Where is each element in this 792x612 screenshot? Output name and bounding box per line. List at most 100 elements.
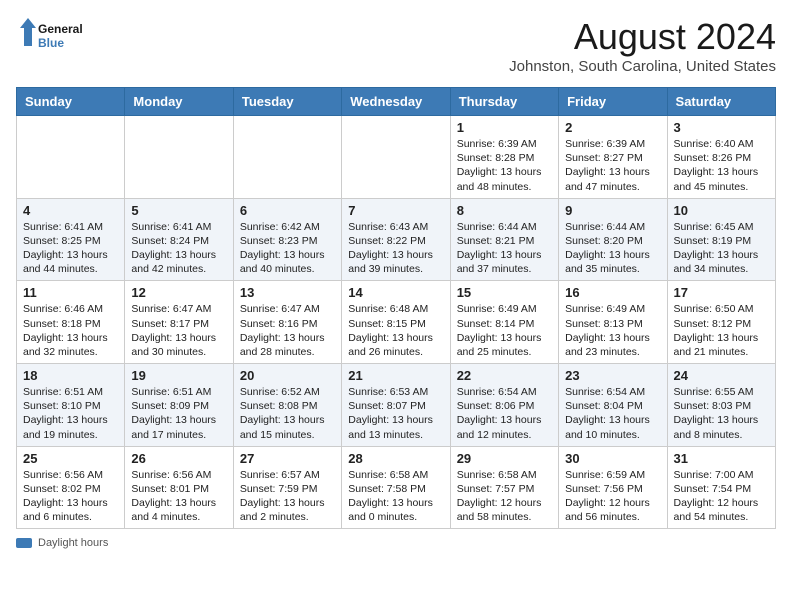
day-number: 25 [23, 451, 118, 466]
calendar-cell: 30 Sunrise: 6:59 AMSunset: 7:56 PMDayligh… [559, 446, 667, 529]
page-title: August 2024 [509, 16, 776, 58]
day-number: 18 [23, 368, 118, 383]
calendar-cell: 16Sunrise: 6:49 AMSunset: 8:13 PMDayligh… [559, 281, 667, 364]
day-number: 6 [240, 203, 335, 218]
day-number: 24 [674, 368, 769, 383]
calendar-cell: 29 Sunrise: 6:58 AMSunset: 7:57 PMDayligh… [450, 446, 558, 529]
calendar-cell: 2 Sunrise: 6:39 AMSunset: 8:27 PMDaylight… [559, 116, 667, 199]
calendar-cell: 11 Sunrise: 6:46 AMSunset: 8:18 PMDayligh… [17, 281, 125, 364]
calendar-cell: 7Sunrise: 6:43 AMSunset: 8:22 PMDaylight… [342, 198, 450, 281]
col-header-wednesday: Wednesday [342, 88, 450, 116]
day-info: Sunrise: 6:52 AMSunset: 8:08 PMDaylight:… [240, 385, 335, 442]
day-info: Sunrise: 6:58 AMSunset: 7:58 PMDaylight:… [348, 468, 443, 525]
day-number: 5 [131, 203, 226, 218]
day-number: 17 [674, 285, 769, 300]
day-number: 14 [348, 285, 443, 300]
day-info: Sunrise: 6:58 AMSunset: 7:57 PMDaylight:… [457, 468, 552, 525]
day-number: 27 [240, 451, 335, 466]
day-number: 21 [348, 368, 443, 383]
day-info: Sunrise: 6:50 AMSunset: 8:12 PMDaylight:… [674, 302, 769, 359]
calendar-cell [125, 116, 233, 199]
day-number: 2 [565, 120, 660, 135]
day-number: 16 [565, 285, 660, 300]
calendar-cell: 25 Sunrise: 6:56 AMSunset: 8:02 PMDayligh… [17, 446, 125, 529]
day-number: 31 [674, 451, 769, 466]
calendar-week-4: 18Sunrise: 6:51 AMSunset: 8:10 PMDayligh… [17, 364, 776, 447]
calendar-week-2: 4 Sunrise: 6:41 AMSunset: 8:25 PMDaylight… [17, 198, 776, 281]
day-info: Sunrise: 6:53 AMSunset: 8:07 PMDaylight:… [348, 385, 443, 442]
calendar-cell [342, 116, 450, 199]
calendar-cell [233, 116, 341, 199]
calendar-header: SundayMondayTuesdayWednesdayThursdayFrid… [17, 88, 776, 116]
calendar-cell: 26 Sunrise: 6:56 AMSunset: 8:01 PMDayligh… [125, 446, 233, 529]
header: General Blue August 2024 Johnston, South… [16, 16, 776, 75]
day-info: Sunrise: 6:46 AMSunset: 8:18 PMDaylight:… [23, 302, 118, 359]
day-number: 20 [240, 368, 335, 383]
calendar-cell: 27 Sunrise: 6:57 AMSunset: 7:59 PMDayligh… [233, 446, 341, 529]
svg-text:General: General [38, 22, 83, 36]
day-info: Sunrise: 6:47 AMSunset: 8:16 PMDaylight:… [240, 302, 335, 359]
day-info: Sunrise: 6:41 AMSunset: 8:24 PMDaylight:… [131, 220, 226, 277]
day-number: 15 [457, 285, 552, 300]
calendar-week-5: 25 Sunrise: 6:56 AMSunset: 8:02 PMDayligh… [17, 446, 776, 529]
day-info: Sunrise: 6:41 AMSunset: 8:25 PMDaylight:… [23, 220, 118, 277]
page-subtitle: Johnston, South Carolina, United States [509, 58, 776, 75]
footer-note: Daylight hours [16, 537, 776, 549]
day-number: 30 [565, 451, 660, 466]
calendar-cell: 4 Sunrise: 6:41 AMSunset: 8:25 PMDaylight… [17, 198, 125, 281]
logo: General Blue [16, 16, 116, 56]
day-number: 28 [348, 451, 443, 466]
day-number: 4 [23, 203, 118, 218]
day-info: Sunrise: 6:44 AMSunset: 8:21 PMDaylight:… [457, 220, 552, 277]
day-info: Sunrise: 6:56 AMSunset: 8:02 PMDaylight:… [23, 468, 118, 525]
day-number: 11 [23, 285, 118, 300]
day-number: 8 [457, 203, 552, 218]
day-info: Sunrise: 6:56 AMSunset: 8:01 PMDaylight:… [131, 468, 226, 525]
calendar-cell: 31 Sunrise: 7:00 AMSunset: 7:54 PMDayligh… [667, 446, 775, 529]
day-info: Sunrise: 6:55 AMSunset: 8:03 PMDaylight:… [674, 385, 769, 442]
calendar-week-1: 1Sunrise: 6:39 AMSunset: 8:28 PMDaylight… [17, 116, 776, 199]
day-info: Sunrise: 6:57 AMSunset: 7:59 PMDaylight:… [240, 468, 335, 525]
calendar-cell: 13 Sunrise: 6:47 AMSunset: 8:16 PMDayligh… [233, 281, 341, 364]
day-info: Sunrise: 6:45 AMSunset: 8:19 PMDaylight:… [674, 220, 769, 277]
day-info: Sunrise: 6:59 AMSunset: 7:56 PMDaylight:… [565, 468, 660, 525]
daylight-label: Daylight hours [38, 537, 108, 549]
col-header-monday: Monday [125, 88, 233, 116]
day-info: Sunrise: 6:40 AMSunset: 8:26 PMDaylight:… [674, 137, 769, 194]
calendar-cell: 8 Sunrise: 6:44 AMSunset: 8:21 PMDaylight… [450, 198, 558, 281]
day-number: 26 [131, 451, 226, 466]
day-number: 19 [131, 368, 226, 383]
day-number: 29 [457, 451, 552, 466]
calendar-cell: 19 Sunrise: 6:51 AMSunset: 8:09 PMDayligh… [125, 364, 233, 447]
day-number: 3 [674, 120, 769, 135]
day-number: 7 [348, 203, 443, 218]
col-header-tuesday: Tuesday [233, 88, 341, 116]
day-number: 13 [240, 285, 335, 300]
day-info: Sunrise: 6:39 AMSunset: 8:27 PMDaylight:… [565, 137, 660, 194]
calendar-cell: 23Sunrise: 6:54 AMSunset: 8:04 PMDayligh… [559, 364, 667, 447]
day-info: Sunrise: 6:39 AMSunset: 8:28 PMDaylight:… [457, 137, 552, 194]
calendar-cell: 20 Sunrise: 6:52 AMSunset: 8:08 PMDayligh… [233, 364, 341, 447]
calendar-cell: 18Sunrise: 6:51 AMSunset: 8:10 PMDayligh… [17, 364, 125, 447]
day-number: 12 [131, 285, 226, 300]
day-info: Sunrise: 6:54 AMSunset: 8:06 PMDaylight:… [457, 385, 552, 442]
day-info: Sunrise: 6:51 AMSunset: 8:09 PMDaylight:… [131, 385, 226, 442]
col-header-sunday: Sunday [17, 88, 125, 116]
calendar-cell: 12Sunrise: 6:47 AMSunset: 8:17 PMDayligh… [125, 281, 233, 364]
day-number: 9 [565, 203, 660, 218]
col-header-friday: Friday [559, 88, 667, 116]
daylight-bar-icon [16, 538, 32, 548]
calendar-cell [17, 116, 125, 199]
svg-text:Blue: Blue [38, 36, 64, 50]
calendar-cell: 9 Sunrise: 6:44 AMSunset: 8:20 PMDaylight… [559, 198, 667, 281]
day-number: 23 [565, 368, 660, 383]
calendar-table: SundayMondayTuesdayWednesdayThursdayFrid… [16, 87, 776, 529]
title-area: August 2024 Johnston, South Carolina, Un… [509, 16, 776, 75]
logo-svg: General Blue [16, 16, 116, 56]
calendar-cell: 28 Sunrise: 6:58 AMSunset: 7:58 PMDayligh… [342, 446, 450, 529]
day-number: 10 [674, 203, 769, 218]
calendar-cell: 24 Sunrise: 6:55 AMSunset: 8:03 PMDayligh… [667, 364, 775, 447]
day-info: Sunrise: 7:00 AMSunset: 7:54 PMDaylight:… [674, 468, 769, 525]
day-info: Sunrise: 6:44 AMSunset: 8:20 PMDaylight:… [565, 220, 660, 277]
col-header-saturday: Saturday [667, 88, 775, 116]
